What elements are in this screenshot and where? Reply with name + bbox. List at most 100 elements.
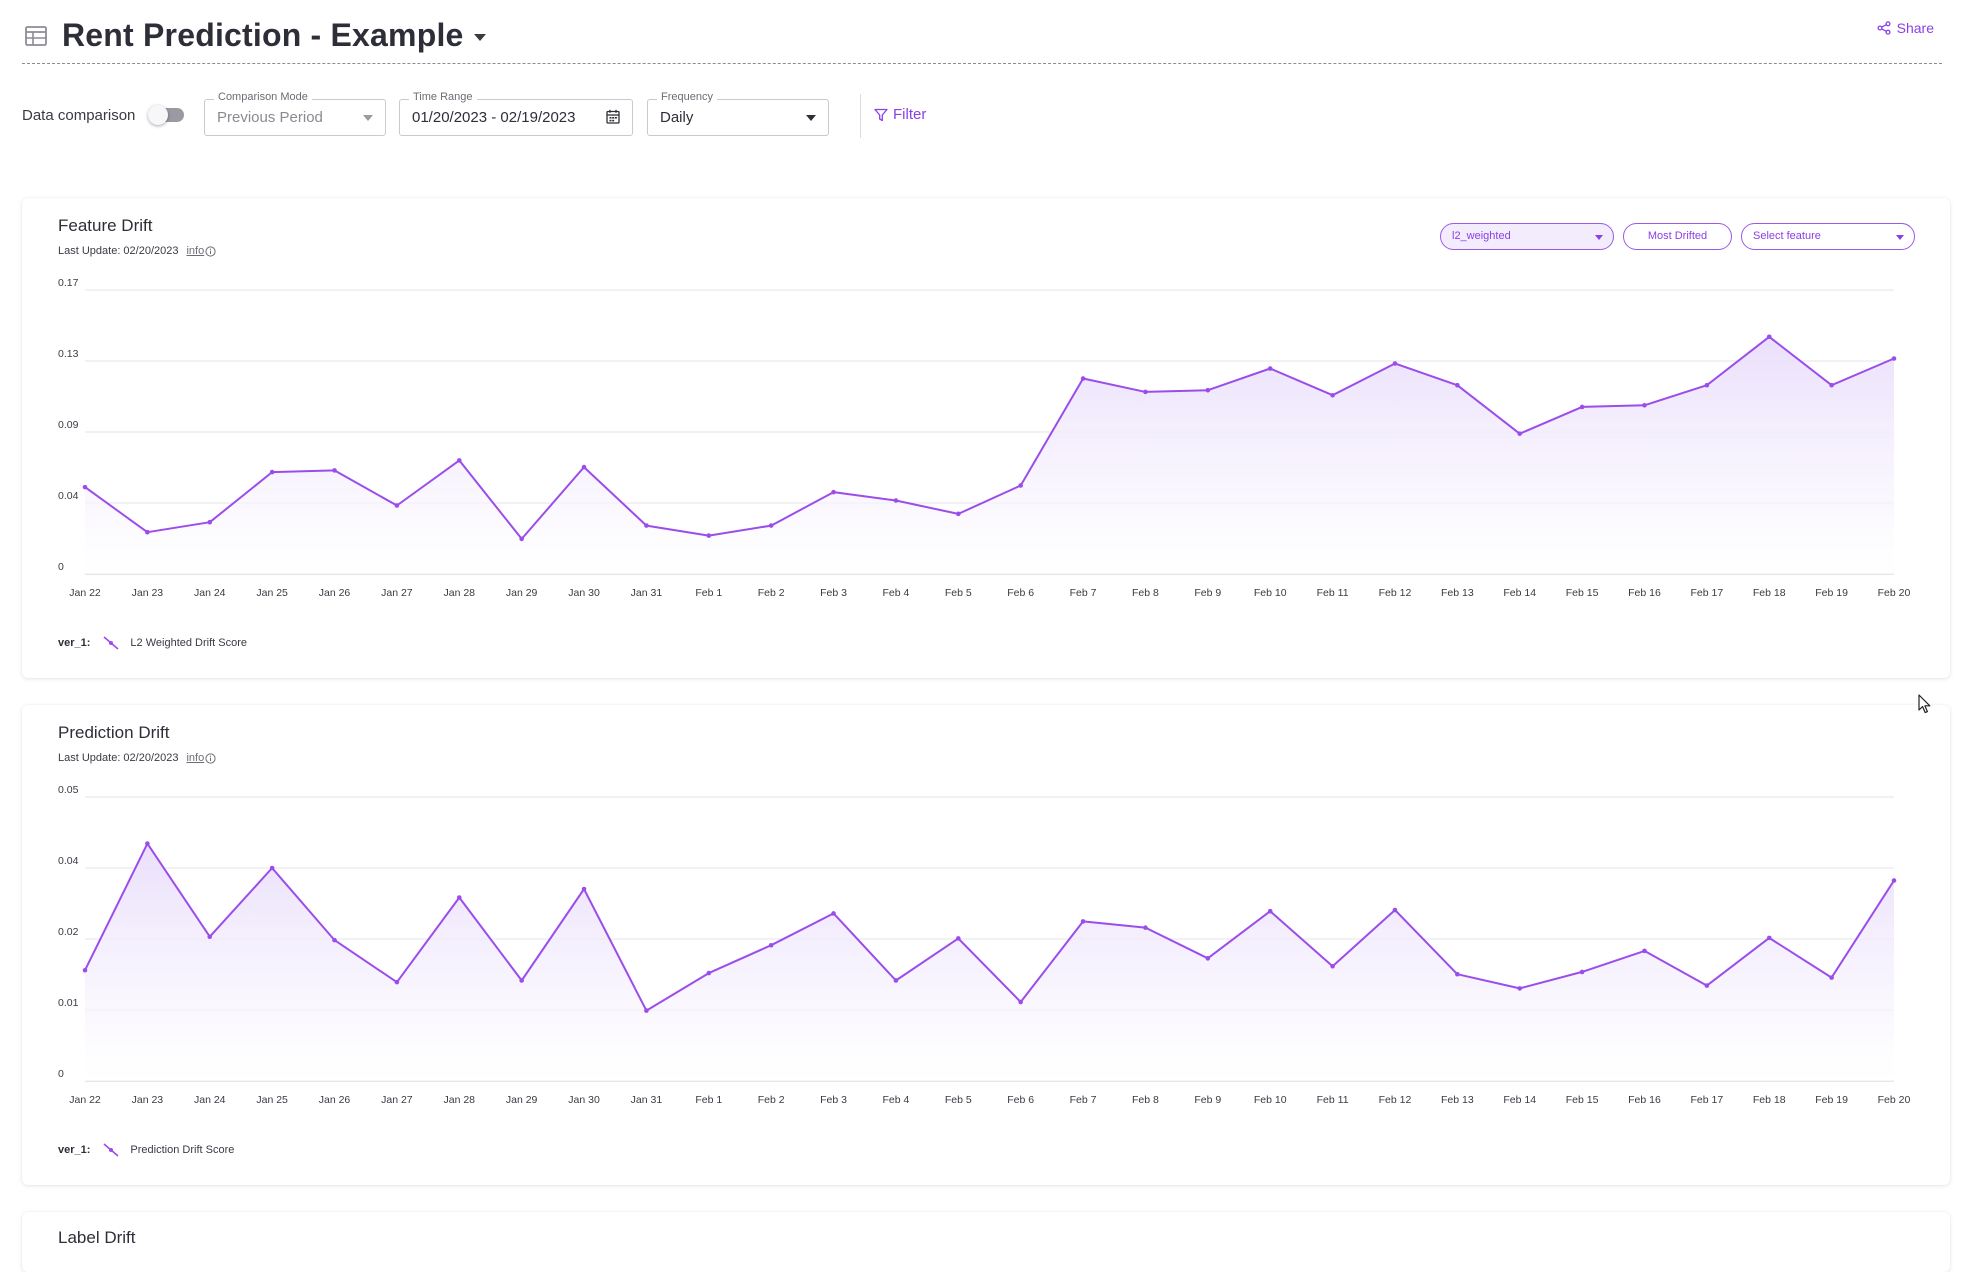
toolbar-divider — [860, 94, 861, 138]
time-range-value: 01/20/2023 - 02/19/2023 — [412, 109, 576, 126]
feature-select[interactable]: Select feature — [1741, 223, 1915, 250]
data-point — [1392, 361, 1398, 366]
data-point — [644, 523, 649, 528]
data-point — [1704, 983, 1710, 988]
data-point — [269, 865, 275, 871]
x-tick-label: Feb 10 — [1254, 1094, 1287, 1105]
feature-drift-card: Feature Drift Last Update: 02/20/2023 in… — [22, 198, 1950, 678]
x-tick-label: Feb 18 — [1753, 587, 1786, 598]
data-point — [1267, 366, 1273, 371]
comparison-mode-value: Previous Period — [217, 109, 323, 126]
data-point — [1455, 971, 1460, 977]
card-title: Label Drift — [58, 1228, 136, 1247]
legend-series-label: L2 Weighted Drift Score — [130, 637, 247, 649]
x-tick-label: Feb 11 — [1317, 1094, 1349, 1105]
data-point — [1766, 935, 1772, 941]
series-line-icon — [103, 636, 119, 650]
frequency-select[interactable]: Frequency Daily — [647, 91, 829, 136]
x-tick-label: Feb 7 — [1070, 587, 1097, 598]
data-point — [456, 458, 462, 463]
data-point — [1579, 404, 1585, 410]
data-point — [1829, 382, 1834, 388]
x-tick-label: Jan 22 — [69, 1094, 101, 1105]
data-comparison-toggle[interactable] — [148, 105, 184, 125]
x-tick-label: Jan 25 — [256, 587, 288, 598]
data-point — [1766, 334, 1772, 340]
x-tick-label: Feb 20 — [1878, 587, 1911, 598]
y-tick-label: 0 — [58, 561, 64, 573]
chevron-down-icon — [1595, 235, 1603, 240]
card-title: Prediction Drift — [58, 723, 170, 742]
data-point — [706, 970, 712, 976]
x-tick-label: Feb 9 — [1194, 587, 1221, 598]
data-point — [1579, 969, 1585, 975]
data-point — [1642, 948, 1647, 954]
x-tick-label: Jan 27 — [381, 1094, 413, 1105]
legend-version: ver_1: — [58, 1144, 91, 1156]
x-tick-label: Jan 26 — [319, 587, 351, 598]
data-point — [207, 519, 213, 525]
metric-select[interactable]: l2_weighted — [1440, 223, 1614, 250]
most-drifted-label: Most Drifted — [1647, 230, 1708, 242]
series-area — [85, 843, 1894, 1081]
x-tick-label: Jan 26 — [319, 1094, 351, 1105]
share-label: Share — [1896, 20, 1934, 36]
most-drifted-button[interactable]: Most Drifted — [1623, 223, 1732, 250]
x-tick-label: Feb 9 — [1194, 1094, 1221, 1105]
x-tick-label: Jan 23 — [132, 587, 164, 598]
x-tick-label: Feb 17 — [1691, 587, 1724, 598]
card-title: Feature Drift — [58, 216, 153, 235]
x-tick-label: Feb 11 — [1317, 587, 1349, 598]
filter-toolbar: Data comparison Comparison Mode Previous… — [22, 91, 1222, 138]
time-range-picker[interactable]: Time Range 01/20/2023 - 02/19/2023 — [399, 91, 633, 136]
data-point — [82, 967, 88, 973]
legend-series-label: Prediction Drift Score — [130, 1144, 235, 1156]
last-update: Last Update: 02/20/2023 info — [58, 245, 216, 257]
page: Rent Prediction - Example Share Data com… — [0, 0, 1967, 1272]
share-button[interactable]: Share — [1877, 20, 1934, 36]
chart-legend: ver_1: L2 Weighted Drift Score — [58, 636, 247, 650]
x-tick-label: Jan 29 — [506, 587, 538, 598]
info-link[interactable]: info — [186, 752, 216, 764]
x-tick-label: Jan 29 — [506, 1094, 538, 1105]
legend-version: ver_1: — [58, 637, 91, 649]
x-tick-label: Feb 15 — [1566, 1094, 1599, 1105]
data-point — [519, 536, 524, 542]
y-tick-label: 0 — [58, 1068, 64, 1080]
data-point — [394, 979, 400, 985]
x-tick-label: Jan 28 — [444, 1094, 476, 1105]
filter-button[interactable]: Filter — [874, 106, 926, 123]
time-range-label: Time Range — [409, 91, 477, 103]
y-tick-label: 0.04 — [58, 490, 79, 502]
data-point — [145, 841, 150, 846]
x-tick-label: Feb 1 — [695, 1094, 722, 1105]
x-tick-label: Feb 3 — [820, 1094, 847, 1105]
frequency-label: Frequency — [657, 91, 717, 103]
x-tick-label: Feb 19 — [1815, 1094, 1848, 1105]
data-point — [893, 498, 899, 503]
title-dropdown-caret-icon[interactable] — [473, 34, 486, 41]
x-tick-label: Feb 14 — [1503, 1094, 1536, 1105]
data-point — [456, 895, 462, 900]
data-point — [1205, 956, 1211, 961]
data-point — [1018, 999, 1023, 1005]
data-point — [1018, 483, 1023, 488]
x-tick-label: Feb 17 — [1691, 1094, 1724, 1105]
data-point — [1642, 402, 1647, 408]
info-icon — [205, 752, 216, 764]
data-point — [145, 529, 150, 535]
data-point — [1205, 387, 1211, 393]
data-point — [956, 936, 961, 941]
feature-select-placeholder: Select feature — [1753, 230, 1821, 242]
filter-label: Filter — [893, 106, 927, 123]
x-tick-label: Jan 30 — [568, 1094, 600, 1105]
data-point — [831, 489, 836, 495]
comparison-mode-select[interactable]: Comparison Mode Previous Period — [204, 91, 386, 136]
last-update-text: Last Update: 02/20/2023 — [58, 752, 179, 764]
info-link[interactable]: info — [186, 245, 216, 257]
data-point — [269, 469, 275, 475]
data-point — [706, 533, 712, 538]
data-point — [1392, 907, 1398, 913]
x-tick-label: Jan 28 — [444, 587, 476, 598]
x-tick-label: Feb 2 — [758, 1094, 785, 1105]
